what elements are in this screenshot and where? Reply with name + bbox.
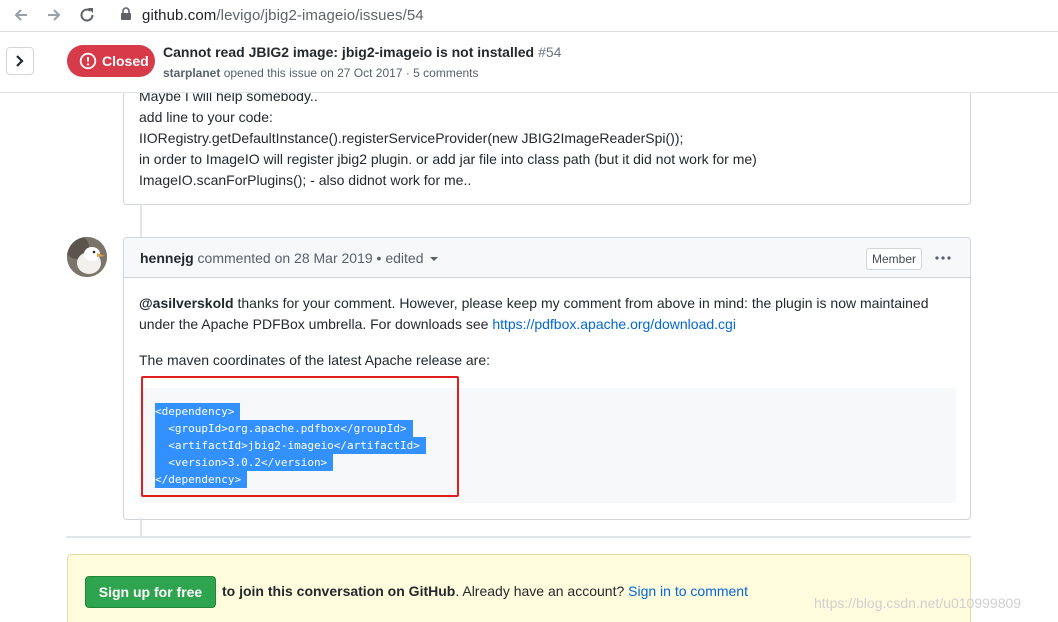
avatar-image [67,237,107,277]
sign-in-link[interactable]: Sign in to comment [628,583,748,599]
signup-prompt-bold: to join this conversation on GitHub [222,583,456,599]
member-badge: Member [866,248,923,270]
edited-dropdown[interactable]: • edited [373,250,424,266]
comment-paragraph: The maven coordinates of the latest Apac… [139,352,490,368]
kebab-horizontal-icon [935,256,951,260]
comment-line: ImageIO.scanForPlugins(); - also didnot … [139,172,472,188]
back-arrow-icon [14,9,27,21]
watermark-text: https://blog.csdn.net/u010999809 [814,595,1022,611]
issue-state-badge: Closed [67,45,155,77]
issue-title: Cannot read JBIG2 image: jbig2-imageio i… [163,44,561,60]
reload-button[interactable] [76,4,98,26]
comment-options-button[interactable] [932,248,954,268]
chevron-right-icon [16,55,24,67]
avatar[interactable] [67,237,107,277]
issue-closed-icon [79,52,97,70]
comment-header: hennejg commented on 28 Mar 2019 • edite… [124,238,970,278]
comment-author-link[interactable]: hennejg [140,250,194,266]
comment-line: add line to your code: [139,109,273,125]
comment-body: @asilverskold thanks for your comment. H… [139,293,959,335]
previous-comment-body: Maybe I will help somebody.. add line to… [139,86,757,191]
url-path: /levigo/jbig2-imageio/issues/54 [216,6,424,24]
comment-line: IIORegistry.getDefaultInstance().registe… [139,130,684,146]
user-mention-link[interactable]: @asilverskold [139,295,234,311]
browser-toolbar: github.com/levigo/jbig2-imageio/issues/5… [0,0,1058,32]
address-bar[interactable]: github.com/levigo/jbig2-imageio/issues/5… [108,2,808,28]
comment-header-text: hennejg commented on 28 Mar 2019 • edite… [140,250,438,266]
issue-meta-text: opened this issue on 27 Oct 2017 · 5 com… [220,66,479,80]
code-line: <groupId>org.apache.pdfbox</groupId> [155,420,413,437]
sidebar-toggle-button[interactable] [6,47,34,75]
forward-arrow-icon [48,9,61,21]
timeline-connector [140,518,142,536]
comment-card: hennejg commented on 28 Mar 2019 • edite… [123,237,971,520]
issue-state-label: Closed [102,53,149,69]
issue-sticky-header: Closed Cannot read JBIG2 image: jbig2-im… [0,33,1058,93]
code-line: <artifactId>jbig2-imageio</artifactId> [155,437,426,454]
signup-banner: Sign up for free to join this conversati… [67,554,971,622]
pdfbox-download-link[interactable]: https://pdfbox.apache.org/download.cgi [492,316,736,332]
comment-line: in order to ImageIO will register jbig2 … [139,151,757,167]
forward-button[interactable] [43,4,65,26]
code-line: </dependency> [155,471,248,488]
code-block[interactable]: <dependency> <groupId>org.apache.pdfbox<… [139,388,956,503]
signup-prompt: to join this conversation on GitHub. Alr… [222,583,748,599]
issue-author-link[interactable]: starplanet [163,66,220,80]
back-button[interactable] [10,4,32,26]
lock-icon [120,6,132,24]
url-domain: github.com [142,6,217,24]
sign-up-button[interactable]: Sign up for free [85,576,216,608]
code-line: <version>3.0.2</version> [155,454,334,471]
code-line: <dependency> [155,403,241,420]
comment-timestamp[interactable]: commented on 28 Mar 2019 [194,250,373,266]
issue-title-text: Cannot read JBIG2 image: jbig2-imageio i… [163,44,535,60]
previous-comment: Maybe I will help somebody.. add line to… [123,82,971,205]
url-text: github.com/levigo/jbig2-imageio/issues/5… [142,7,424,24]
reload-icon [80,8,94,22]
dropdown-caret-icon[interactable] [429,257,438,262]
timeline-end-divider [66,536,971,538]
signup-prompt-text: . Already have an account? [455,583,629,599]
issue-meta: starplanet opened this issue on 27 Oct 2… [163,66,479,80]
issue-number: #54 [538,44,562,60]
timeline-connector [140,204,142,240]
